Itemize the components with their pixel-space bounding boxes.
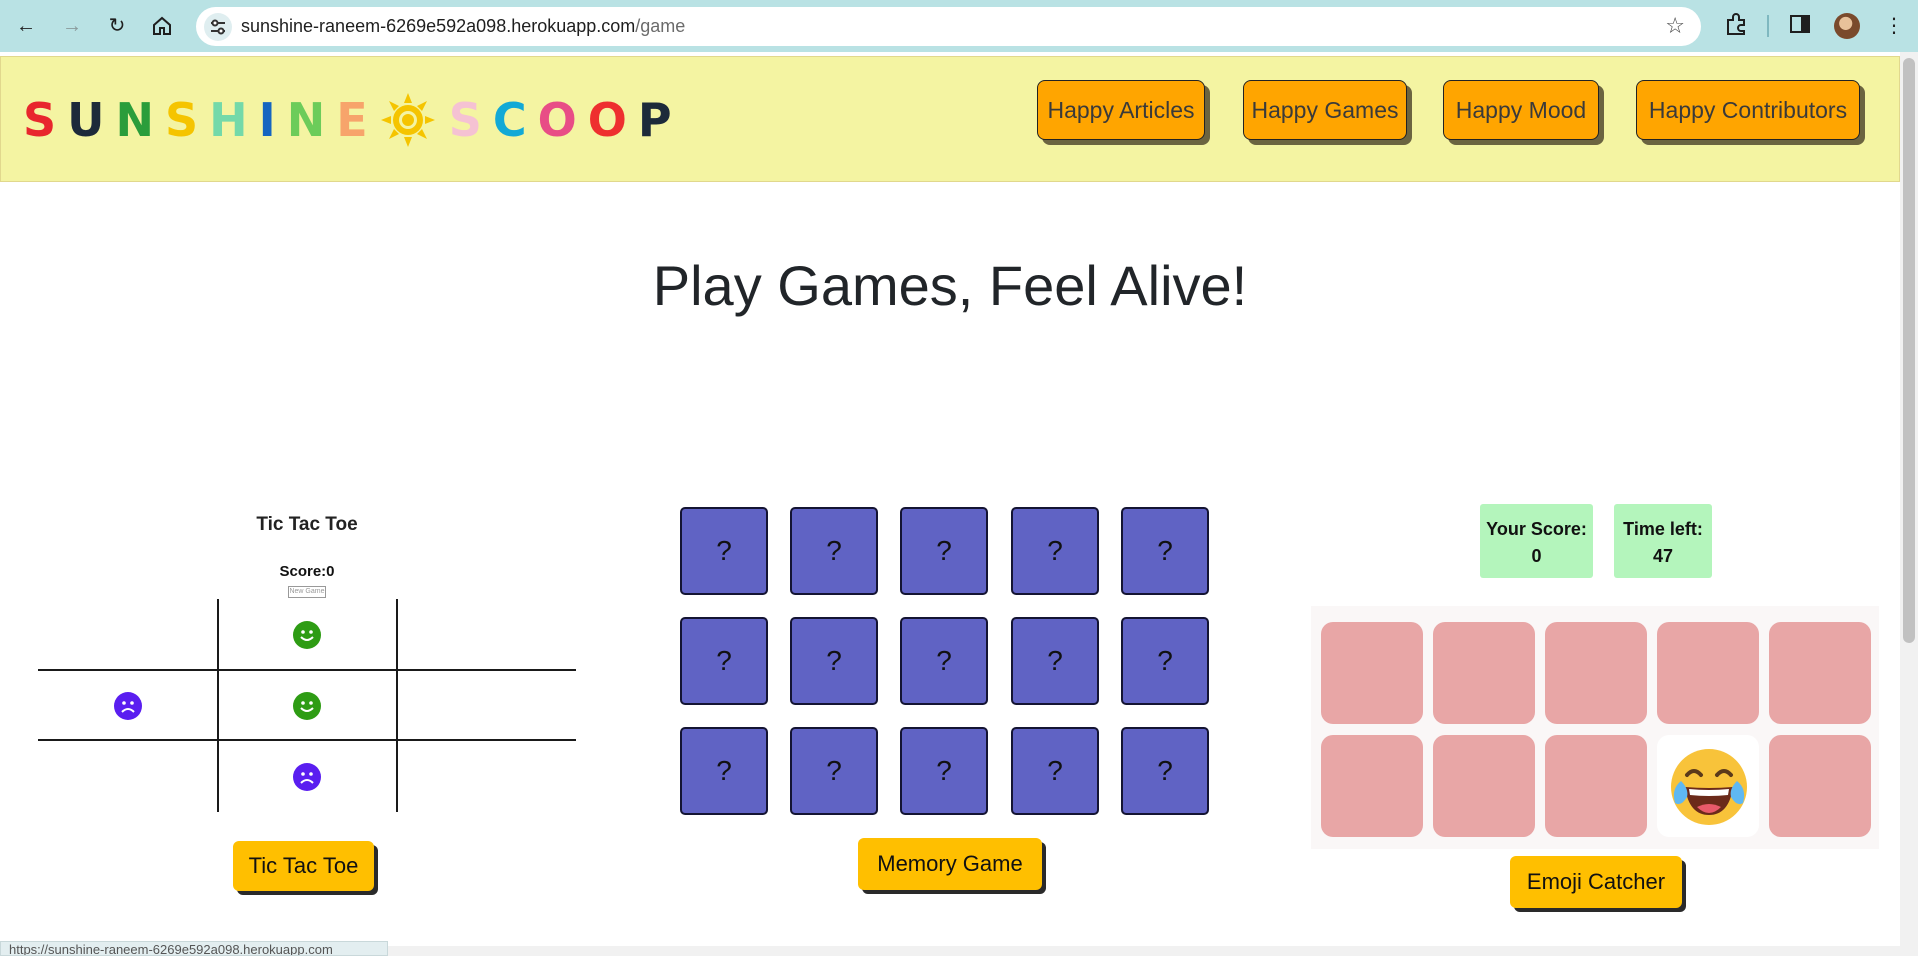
- memory-card[interactable]: ?: [680, 617, 768, 705]
- board-line: [217, 599, 219, 812]
- home-icon[interactable]: [148, 12, 176, 40]
- logo-letter: N: [115, 93, 155, 147]
- memory-card[interactable]: ?: [1011, 507, 1099, 595]
- site-logo[interactable]: S U N S H I N E S C O O P: [23, 87, 683, 153]
- vertical-scroll-thumb[interactable]: [1903, 58, 1915, 643]
- score-label: Score:: [279, 563, 327, 580]
- logo-letter: P: [637, 93, 672, 147]
- logo-letter: C: [492, 93, 527, 147]
- extensions-icon[interactable]: [1723, 12, 1751, 40]
- logo-letter: O: [587, 93, 627, 147]
- profile-avatar[interactable]: [1834, 13, 1860, 39]
- reload-icon[interactable]: ↻: [103, 12, 131, 40]
- laughing-emoji-icon[interactable]: [1667, 745, 1751, 847]
- memory-card[interactable]: ?: [900, 507, 988, 595]
- tic-tac-toe-title: Tic Tac Toe: [256, 514, 358, 535]
- tic-tac-toe-score: Score:0: [200, 563, 414, 580]
- emoji-hole[interactable]: [1433, 622, 1535, 724]
- browser-toolbar: ← → ↻ sunshine-raneem-6269e592a098.herok…: [0, 0, 1918, 52]
- bookmark-star-icon[interactable]: ☆: [1665, 13, 1685, 39]
- address-bar[interactable]: sunshine-raneem-6269e592a098.herokuapp.c…: [196, 7, 1701, 46]
- status-bar-link: https://sunshine-raneem-6269e592a098.her…: [0, 941, 388, 956]
- tic-tac-toe-button[interactable]: Tic Tac Toe: [233, 841, 374, 891]
- your-score-label: Your Score:: [1486, 519, 1587, 539]
- logo-letter: E: [336, 93, 368, 147]
- emoji-hole[interactable]: [1545, 735, 1647, 837]
- memory-card[interactable]: ?: [900, 727, 988, 815]
- emoji-hole[interactable]: [1321, 622, 1423, 724]
- logo-letter: N: [286, 93, 326, 147]
- logo-letter: H: [209, 93, 248, 147]
- happy-face-icon[interactable]: [293, 692, 321, 720]
- sad-face-icon[interactable]: [114, 692, 142, 720]
- toolbar-separator: [1767, 15, 1769, 37]
- new-game-button[interactable]: New Game: [288, 586, 326, 598]
- memory-card[interactable]: ?: [1121, 727, 1209, 815]
- memory-card[interactable]: ?: [680, 727, 768, 815]
- memory-card[interactable]: ?: [900, 617, 988, 705]
- side-panel-icon[interactable]: [1788, 12, 1816, 40]
- your-score-value: 0: [1531, 546, 1542, 566]
- logo-letter: U: [67, 93, 105, 147]
- board-line: [396, 599, 398, 812]
- nav-happy-mood-button[interactable]: Happy Mood: [1443, 80, 1599, 140]
- url-text: sunshine-raneem-6269e592a098.herokuapp.c…: [241, 16, 685, 37]
- score-value: 0: [326, 563, 335, 580]
- happy-face-icon[interactable]: [293, 621, 321, 649]
- page-title: Play Games, Feel Alive!: [652, 254, 1248, 317]
- browser-menu-icon[interactable]: ⋮: [1880, 12, 1908, 40]
- forward-icon[interactable]: →: [58, 12, 86, 40]
- logo-letter: I: [258, 93, 276, 147]
- your-score-box: Your Score: 0: [1480, 504, 1593, 578]
- sun-icon: [380, 93, 435, 147]
- emoji-hole[interactable]: [1657, 622, 1759, 724]
- sad-face-icon[interactable]: [293, 763, 321, 791]
- nav-happy-articles-button[interactable]: Happy Articles: [1037, 80, 1205, 140]
- memory-card[interactable]: ?: [790, 727, 878, 815]
- emoji-hole[interactable]: [1769, 622, 1871, 724]
- emoji-hole[interactable]: [1545, 622, 1647, 724]
- memory-card[interactable]: ?: [1121, 617, 1209, 705]
- emoji-hole[interactable]: [1321, 735, 1423, 837]
- memory-card[interactable]: ?: [790, 617, 878, 705]
- back-icon[interactable]: ←: [12, 12, 40, 40]
- emoji-hole[interactable]: [1769, 735, 1871, 837]
- memory-game-button[interactable]: Memory Game: [858, 838, 1042, 890]
- memory-card[interactable]: ?: [1011, 617, 1099, 705]
- nav-happy-contributors-button[interactable]: Happy Contributors: [1636, 80, 1860, 140]
- emoji-catcher-button[interactable]: Emoji Catcher: [1510, 856, 1682, 908]
- logo-letter: S: [23, 93, 57, 147]
- memory-card[interactable]: ?: [790, 507, 878, 595]
- site-header: S U N S H I N E S C O O P Happy Articles…: [0, 56, 1900, 182]
- memory-card[interactable]: ?: [1011, 727, 1099, 815]
- board-line: [38, 669, 576, 671]
- url-host: sunshine-raneem-6269e592a098.herokuapp.c…: [241, 16, 636, 36]
- url-path: /game: [635, 16, 686, 36]
- board-line: [38, 739, 576, 741]
- time-left-value: 47: [1652, 546, 1674, 566]
- time-left-box: Time left: 47: [1614, 504, 1712, 578]
- site-settings-icon[interactable]: [204, 13, 232, 41]
- logo-letter: S: [448, 93, 482, 147]
- logo-letter: O: [537, 93, 577, 147]
- memory-card[interactable]: ?: [1121, 507, 1209, 595]
- time-left-label: Time left:: [1623, 519, 1703, 539]
- emoji-hole[interactable]: [1433, 735, 1535, 837]
- nav-happy-games-button[interactable]: Happy Games: [1243, 80, 1407, 140]
- memory-card[interactable]: ?: [680, 507, 768, 595]
- logo-letter: S: [165, 93, 199, 147]
